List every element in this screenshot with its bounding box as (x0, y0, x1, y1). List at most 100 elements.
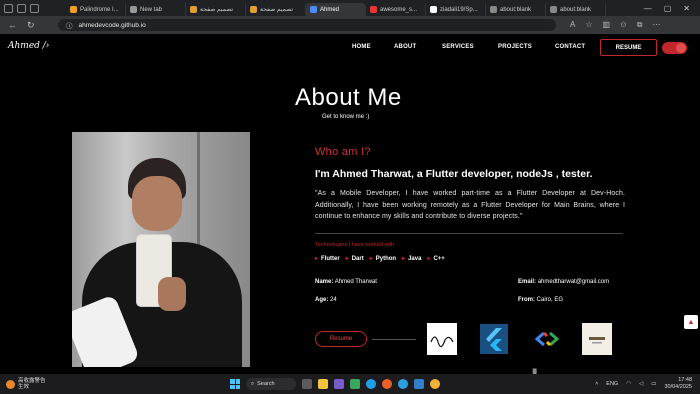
browser-tab[interactable]: تصميم صفحة (246, 3, 306, 16)
browser-tab[interactable]: ziadali19/Sp... (426, 3, 486, 16)
search-label: Search (257, 381, 275, 387)
tab-favicon-icon (430, 6, 437, 13)
profile-photo (72, 132, 250, 367)
tab-label: about:blank (560, 6, 592, 13)
tab-label: تصميم صفحة (200, 7, 234, 13)
battery-icon[interactable]: ▭ (651, 381, 656, 387)
dev-hoch-logo (582, 323, 612, 355)
browser-tab[interactable]: New tab (126, 3, 186, 16)
weather-sub: 生效 (18, 384, 30, 390)
weather-widget[interactable]: 高收露警告 生效 (0, 378, 230, 390)
resume-button[interactable]: Resume (315, 331, 367, 347)
tab-label: ziadali19/Sp... (440, 6, 478, 13)
telegram-icon[interactable] (398, 379, 408, 389)
tab-favicon-icon (250, 6, 257, 13)
edge-icon[interactable] (366, 379, 376, 389)
tech-list: Flutter Dart Python Java C++ (315, 255, 445, 262)
divider (315, 233, 623, 234)
resume-line (372, 339, 416, 340)
tray-chevron-icon[interactable]: ˄ (595, 381, 598, 387)
taskbar-search[interactable]: ⌕ Search (246, 378, 296, 390)
task-view-icon[interactable] (302, 379, 312, 389)
tab-favicon-icon (190, 6, 197, 13)
website-viewport: Ahmed /› HOME ABOUT SERVICES PROJECTS CO… (0, 34, 700, 374)
browser-tab-bar: Palindrome I... New tab تصميم صفحة تصميم صف… (0, 0, 700, 16)
clock[interactable]: 17:48 30/04/2025 (664, 377, 692, 391)
more-icon[interactable]: ⋯ (653, 20, 661, 30)
info-from: From: Cairo, EG (518, 297, 564, 303)
flutter-logo (479, 323, 509, 355)
tab-actions-icon[interactable] (30, 3, 39, 13)
tech-item: Flutter (315, 255, 340, 262)
favorite-icon[interactable]: ☆ (585, 20, 592, 30)
git-icon[interactable] (382, 379, 392, 389)
chrome-icon[interactable] (430, 379, 440, 389)
close-icon[interactable]: ✕ (683, 4, 690, 13)
favorites-bar-icon[interactable]: ✩ (620, 20, 627, 30)
search-icon: ⌕ (251, 380, 255, 387)
browser-tab[interactable]: تصميم صفحة (186, 3, 246, 16)
browser-tab[interactable]: awesome_s... (366, 3, 426, 16)
whoami-heading: Who am I? (315, 146, 371, 158)
system-tray: ˄ ENG ◠ ◁ ▭ 17:48 30/04/2025 (595, 377, 700, 391)
wifi-icon[interactable]: ◠ (626, 381, 631, 387)
section-subtitle: Get to know me :) (322, 114, 370, 120)
tab-favicon-icon (490, 6, 497, 13)
nav-services[interactable]: SERVICES (442, 44, 498, 50)
tab-favicon-icon (310, 6, 317, 13)
tech-item: Java (402, 255, 421, 262)
url-text: ahmedevcode.github.io (78, 21, 146, 29)
tech-item: Dart (346, 255, 364, 262)
tab-actions (0, 3, 66, 13)
reload-icon[interactable]: ↻ (27, 20, 35, 31)
language-indicator[interactable]: ENG (606, 381, 618, 387)
file-explorer-icon[interactable] (318, 379, 328, 389)
url-field[interactable]: ⓘ ahmedevcode.github.io (58, 19, 556, 31)
site-info-icon[interactable]: ⓘ (66, 20, 73, 30)
nav-home[interactable]: HOME (352, 44, 394, 50)
certificate-logo-1 (427, 323, 457, 355)
main-menu: HOME ABOUT SERVICES PROJECTS CONTACT (352, 44, 585, 50)
back-icon[interactable]: ← (8, 20, 17, 31)
tech-item: Python (370, 255, 396, 262)
tab-label: awesome_s... (380, 6, 418, 13)
intro-heading: I'm Ahmed Tharwat, a Flutter developer, … (315, 168, 593, 180)
scroll-to-top-button[interactable]: ▲ (684, 315, 698, 329)
browser-tab[interactable]: Palindrome I... (66, 3, 126, 16)
tab-label: New tab (140, 6, 163, 13)
nav-contact[interactable]: CONTACT (555, 44, 585, 50)
section-title: About Me (295, 84, 402, 111)
tab-label: Palindrome I... (80, 6, 119, 13)
profile-icon[interactable] (4, 3, 13, 13)
tech-label: Technologies I have worked with (315, 242, 395, 248)
nav-projects[interactable]: PROJECTS (498, 44, 555, 50)
browser-tab[interactable]: Ahmed (306, 3, 366, 16)
split-screen-icon[interactable]: ▥ (603, 20, 611, 30)
info-name: Name: Ahmed Tharwat (315, 279, 377, 285)
resume-nav-button[interactable]: RESUME (600, 39, 657, 56)
read-aloud-icon[interactable]: A (570, 20, 575, 30)
nav-about[interactable]: ABOUT (394, 44, 442, 50)
visual-studio-icon[interactable] (334, 379, 344, 389)
windows-start-icon[interactable] (230, 379, 240, 389)
window-controls: — ▢ ✕ (644, 4, 700, 13)
theme-toggle[interactable] (662, 42, 687, 54)
tab-favicon-icon (370, 6, 377, 13)
collections-icon[interactable]: ⧉ (637, 20, 643, 30)
site-logo[interactable]: Ahmed /› (8, 41, 49, 51)
store-icon[interactable] (350, 379, 360, 389)
google-developers-logo (532, 323, 562, 355)
minimize-icon[interactable]: — (644, 4, 652, 13)
tab-label: تصميم صفحة (260, 7, 294, 13)
maximize-icon[interactable]: ▢ (664, 4, 672, 13)
about-description: "As a Mobile Developer, I have worked pa… (315, 190, 625, 220)
address-bar: ← ↻ ⓘ ahmedevcode.github.io A ☆ ▥ ✩ ⧉ ⋯ (0, 16, 700, 34)
volume-icon[interactable]: ◁ (639, 381, 643, 387)
tab-favicon-icon (130, 6, 137, 13)
taskbar: 高收露警告 生效 ⌕ Search ˄ ENG ◠ ◁ ▭ 17:48 30/0… (0, 374, 700, 394)
tab-label: Ahmed (320, 6, 340, 13)
browser-tab[interactable]: about:blank (546, 3, 606, 16)
vscode-icon[interactable] (414, 379, 424, 389)
workspaces-icon[interactable] (17, 3, 26, 13)
browser-tab[interactable]: about:blank (486, 3, 546, 16)
